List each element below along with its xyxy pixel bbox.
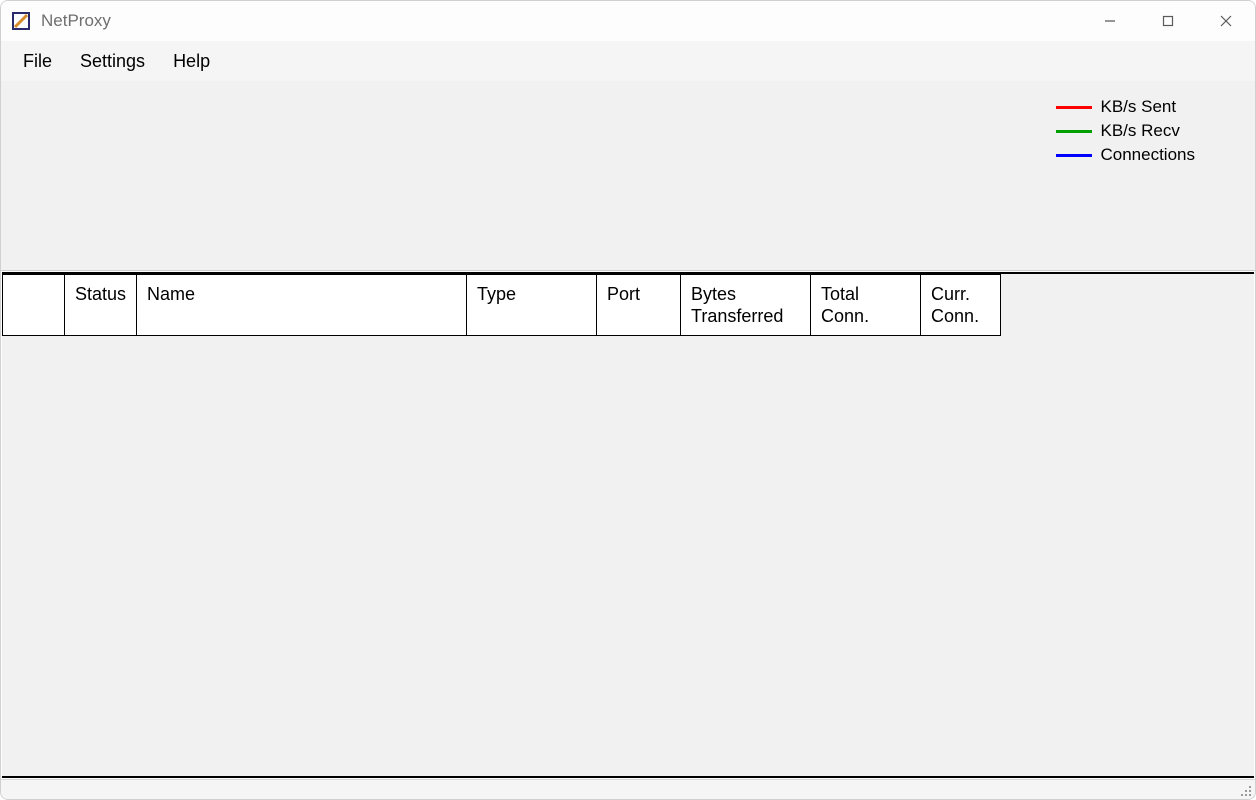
maximize-button[interactable] xyxy=(1139,1,1197,41)
col-total-conn[interactable]: Total Conn. xyxy=(811,275,921,336)
col-bytes[interactable]: Bytes Transferred xyxy=(681,275,811,336)
legend-conn-swatch xyxy=(1056,154,1092,157)
connections-panel: Status Name Type Port Bytes Transferred … xyxy=(2,272,1254,778)
window-title: NetProxy xyxy=(41,11,111,31)
legend-conn-label: Connections xyxy=(1100,143,1195,167)
col-name[interactable]: Name xyxy=(137,275,467,336)
app-icon xyxy=(11,11,31,31)
col-curr-conn[interactable]: Curr. Conn. xyxy=(921,275,1001,336)
col-status[interactable]: Status xyxy=(65,275,137,336)
statusbar xyxy=(1,779,1255,799)
connections-table[interactable]: Status Name Type Port Bytes Transferred … xyxy=(2,274,1001,336)
titlebar: NetProxy xyxy=(1,1,1255,41)
traffic-graph: KB/s Sent KB/s Recv Connections xyxy=(1,81,1255,271)
legend-sent-label: KB/s Sent xyxy=(1100,95,1176,119)
menu-settings[interactable]: Settings xyxy=(66,45,159,78)
legend-sent-swatch xyxy=(1056,106,1092,109)
resize-grip-icon[interactable] xyxy=(1237,782,1253,798)
graph-legend: KB/s Sent KB/s Recv Connections xyxy=(1056,95,1195,167)
col-type[interactable]: Type xyxy=(467,275,597,336)
table-header-row: Status Name Type Port Bytes Transferred … xyxy=(3,275,1001,336)
col-blank[interactable] xyxy=(3,275,65,336)
col-port[interactable]: Port xyxy=(597,275,681,336)
app-window: NetProxy File Settings Help xyxy=(0,0,1256,800)
menubar: File Settings Help xyxy=(1,41,1255,81)
window-controls xyxy=(1081,1,1255,41)
legend-recv: KB/s Recv xyxy=(1056,119,1195,143)
legend-recv-swatch xyxy=(1056,130,1092,133)
menu-help[interactable]: Help xyxy=(159,45,224,78)
menu-file[interactable]: File xyxy=(9,45,66,78)
legend-recv-label: KB/s Recv xyxy=(1100,119,1179,143)
legend-sent: KB/s Sent xyxy=(1056,95,1195,119)
legend-connections: Connections xyxy=(1056,143,1195,167)
minimize-button[interactable] xyxy=(1081,1,1139,41)
close-button[interactable] xyxy=(1197,1,1255,41)
